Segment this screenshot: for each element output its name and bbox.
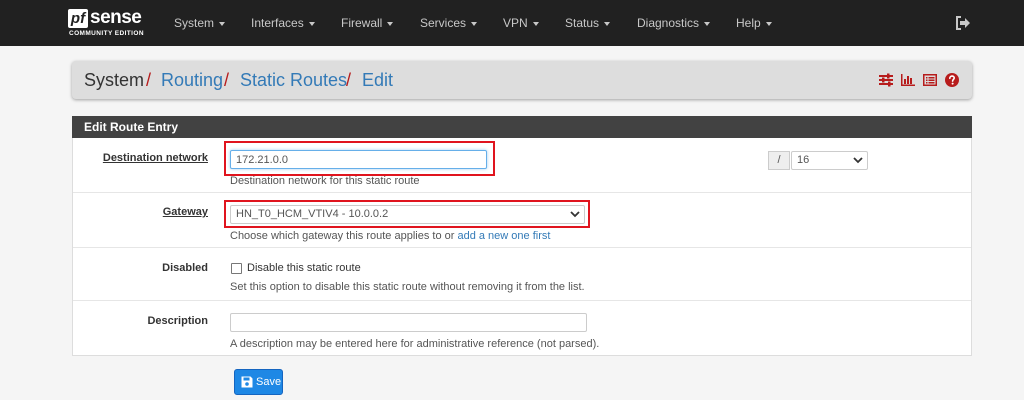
row-divider xyxy=(73,300,971,301)
breadcrumb-separator: / xyxy=(346,70,352,90)
description-input[interactable] xyxy=(230,313,587,332)
caret-down-icon xyxy=(387,21,394,26)
caret-down-icon xyxy=(471,21,478,26)
breadcrumb-separator: / xyxy=(146,70,152,90)
sliders-icon[interactable] xyxy=(879,73,893,87)
row-divider xyxy=(73,192,971,193)
add-gateway-link[interactable]: add a new one first xyxy=(457,230,550,242)
nav-vpn[interactable]: VPN xyxy=(503,0,539,46)
list-icon[interactable] xyxy=(923,73,937,87)
caret-down-icon xyxy=(532,21,539,26)
highlight-gateway xyxy=(224,200,590,228)
caret-down-icon xyxy=(604,21,611,26)
disable-route-checkbox-label[interactable]: Disable this static route xyxy=(247,262,361,274)
pfsense-logo[interactable]: pf sense COMMUNITY EDITION xyxy=(68,7,154,41)
breadcrumb-static-routes[interactable]: Static Routes xyxy=(240,70,347,91)
gateway-help: Choose which gateway this route applies … xyxy=(230,230,550,242)
caret-down-icon xyxy=(219,21,226,26)
gateway-label: Gateway xyxy=(162,206,208,218)
gateway-help-text: Choose which gateway this route applies … xyxy=(230,230,455,242)
nav-firewall[interactable]: Firewall xyxy=(341,0,394,46)
chevron-down-icon xyxy=(853,157,863,164)
caret-down-icon xyxy=(308,21,315,26)
caret-down-icon xyxy=(704,21,711,26)
disable-route-checkbox[interactable] xyxy=(231,263,242,274)
row-divider xyxy=(73,247,971,248)
disabled-help: Set this option to disable this static r… xyxy=(230,281,585,293)
logo-mark: pf xyxy=(68,9,88,28)
nav-status[interactable]: Status xyxy=(565,0,611,46)
logo-wordmark: sense xyxy=(90,7,142,28)
panel-title: Edit Route Entry xyxy=(72,116,972,138)
breadcrumb-separator: / xyxy=(224,70,230,90)
nav-diagnostics[interactable]: Diagnostics xyxy=(637,0,711,46)
breadcrumb: System / Routing / Static Routes / Edit xyxy=(72,61,972,99)
bar-chart-icon[interactable] xyxy=(901,73,915,87)
top-navbar: pf sense COMMUNITY EDITION System Interf… xyxy=(0,0,1024,46)
caret-down-icon xyxy=(765,21,772,26)
nav-interfaces[interactable]: Interfaces xyxy=(251,0,315,46)
help-icon[interactable] xyxy=(945,73,959,87)
floppy-disk-icon xyxy=(241,376,253,388)
destination-help: Destination network for this static rout… xyxy=(230,175,420,187)
save-label: Save xyxy=(256,376,282,388)
logo-edition: COMMUNITY EDITION xyxy=(69,30,144,37)
nav-services[interactable]: Services xyxy=(420,0,478,46)
destination-network-label: Destination network xyxy=(102,152,208,164)
description-label: Description xyxy=(147,315,208,327)
disabled-label: Disabled xyxy=(162,262,208,274)
cidr-value: 16 xyxy=(797,154,810,166)
cidr-prefix: / xyxy=(768,151,790,170)
breadcrumb-system: System xyxy=(84,70,145,90)
breadcrumb-routing[interactable]: Routing xyxy=(161,70,223,91)
description-help: A description may be entered here for ad… xyxy=(230,338,600,350)
edit-route-panel: Edit Route Entry Destination network Des… xyxy=(72,116,972,356)
breadcrumb-edit[interactable]: Edit xyxy=(362,70,393,91)
sign-out-icon[interactable] xyxy=(955,16,971,30)
nav-system[interactable]: System xyxy=(174,0,226,46)
highlight-destination xyxy=(224,141,495,176)
nav-help[interactable]: Help xyxy=(736,0,772,46)
save-button[interactable]: Save xyxy=(234,369,283,395)
